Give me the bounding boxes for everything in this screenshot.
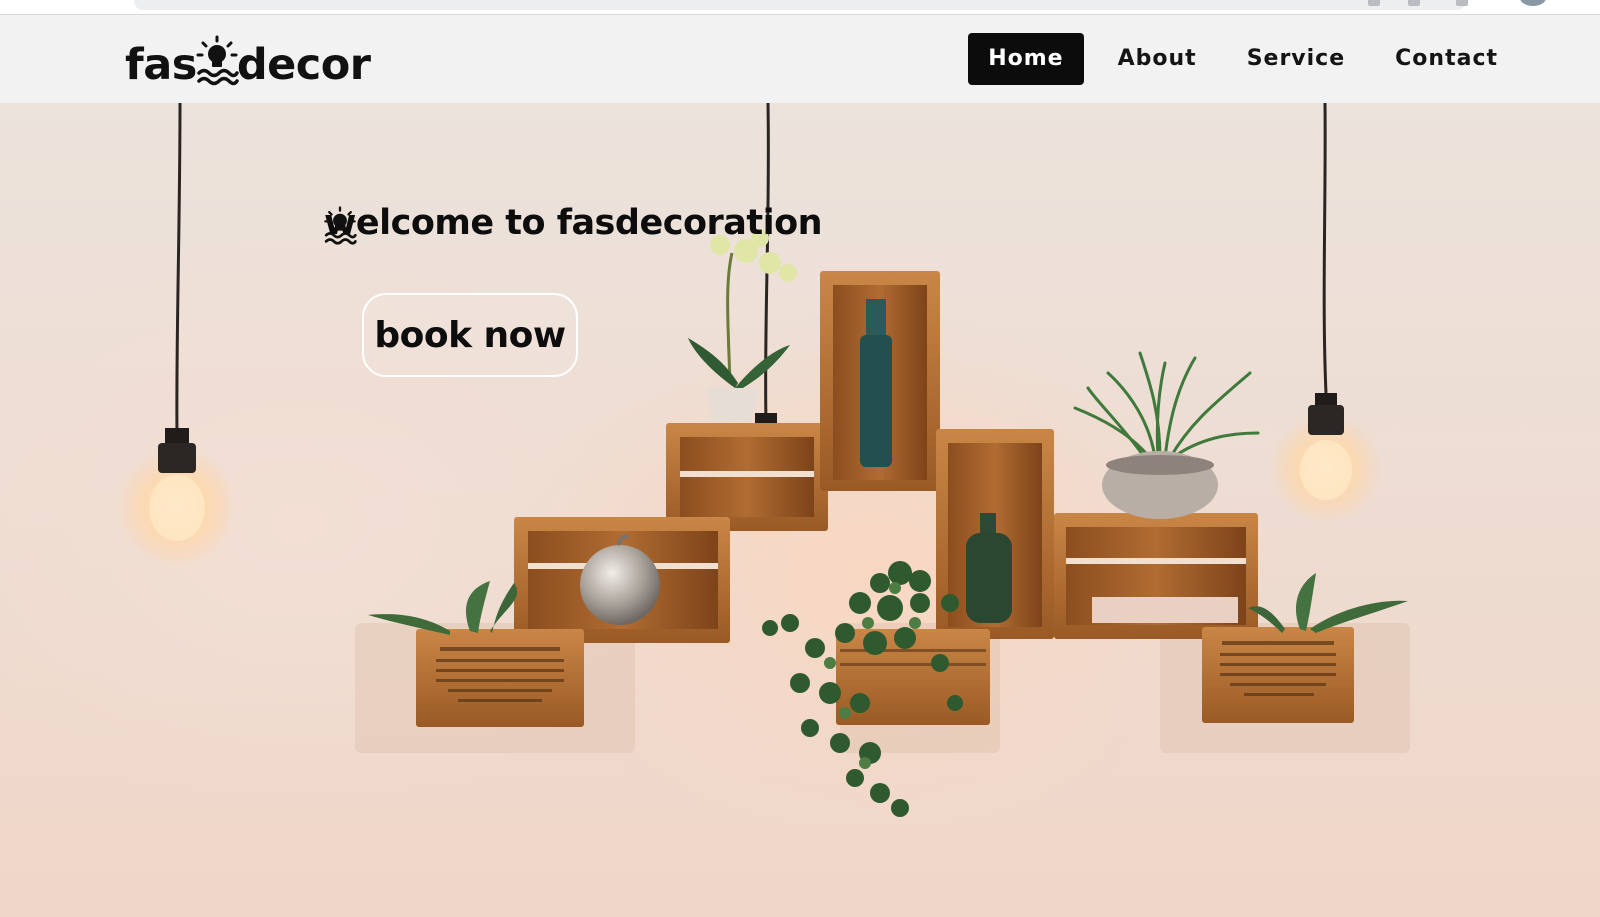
profile-avatar[interactable] [1520,0,1546,6]
site-header: fas decor Home About Service Contact [0,15,1600,103]
nav-service[interactable]: Service [1231,33,1361,85]
lightbulb-wave-icon [196,35,239,86]
logo-text-prefix: fas [125,40,197,90]
nav-contact[interactable]: Contact [1379,33,1514,85]
pendant-bulb-left [117,428,237,567]
address-bar[interactable] [134,0,1466,10]
browser-chrome [0,0,1600,15]
welcome-heading: welcome to fas decoration [324,203,823,245]
site-logo[interactable]: fas decor [125,31,371,87]
logo-text-suffix: decor [236,40,371,90]
main-nav: Home About Service Contact [950,33,1514,85]
lightbulb-wave-icon [324,206,357,245]
menu-icon[interactable] [1456,0,1468,6]
hero-section: welcome to fas decoration book now [0,103,1600,917]
welcome-heading-prefix: welcome to fas [324,203,615,243]
extension-icon[interactable] [1368,0,1380,6]
extension-icon[interactable] [1408,0,1420,6]
book-now-button[interactable]: book now [362,293,578,377]
nav-about[interactable]: About [1102,33,1213,85]
nav-home[interactable]: Home [968,33,1084,85]
welcome-heading-suffix: decoration [614,203,823,243]
